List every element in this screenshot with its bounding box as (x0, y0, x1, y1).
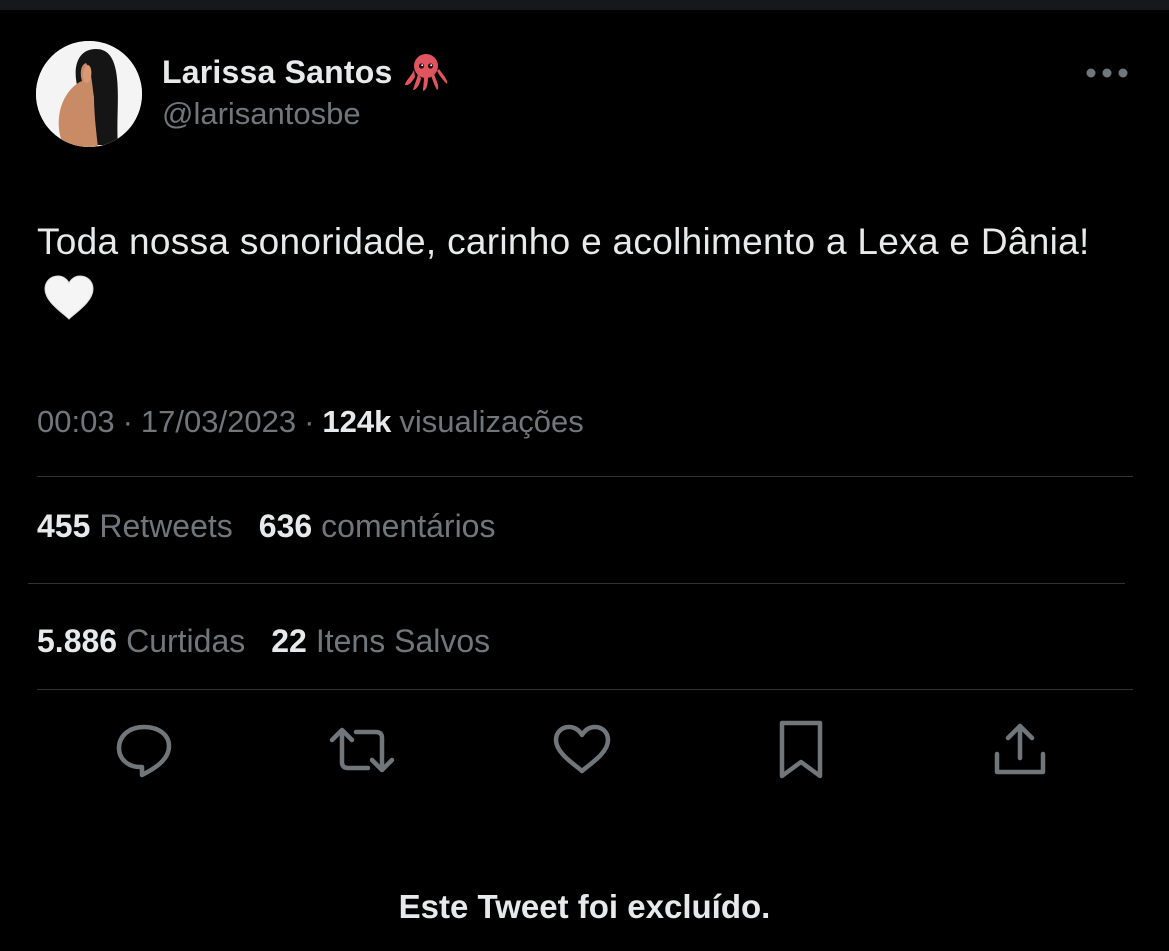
comments-label: comentários (321, 507, 496, 544)
meta-separator: · (122, 404, 133, 439)
retweets-label: Retweets (99, 507, 233, 544)
views-label: visualizações (399, 404, 584, 439)
action-bar (0, 715, 1169, 785)
tweet-meta: 00:03 · 17/03/2023 · 124k visualizações (37, 400, 584, 444)
share-icon (994, 723, 1046, 775)
views-count: 124k (322, 404, 392, 439)
tweet-text: Toda nossa sonoridade, carinho e acolhim… (37, 212, 1132, 338)
retweet-button[interactable] (327, 715, 397, 785)
divider (28, 583, 1125, 584)
author-name[interactable]: Larissa Santos (162, 50, 448, 94)
retweets-stat[interactable]: 455 Retweets (37, 508, 233, 545)
stats-row-1: 455 Retweets 636 comentários (37, 504, 521, 548)
saves-label: Itens Salvos (315, 622, 491, 659)
share-button[interactable] (985, 715, 1055, 785)
reply-icon (116, 724, 172, 778)
author-handle[interactable]: @larisantosbe (162, 96, 361, 132)
deleted-notice: Este Tweet foi excluído. (398, 888, 771, 925)
avatar[interactable] (36, 41, 142, 147)
more-options-button[interactable] (1082, 58, 1132, 88)
like-button[interactable] (547, 715, 617, 785)
retweet-icon (329, 727, 395, 773)
bookmark-icon (779, 720, 823, 779)
saves-stat[interactable]: 22 Itens Salvos (271, 623, 490, 660)
tweet-text-content: Toda nossa sonoridade, carinho e acolhim… (37, 221, 1090, 262)
white-heart-icon (43, 275, 95, 338)
octopus-icon (404, 52, 448, 92)
divider (37, 689, 1133, 690)
likes-count: 5.886 (37, 622, 118, 659)
comments-count: 636 (258, 507, 313, 544)
more-icon (1086, 68, 1128, 78)
meta-separator: · (304, 404, 315, 439)
retweets-count: 455 (37, 507, 91, 544)
reply-button[interactable] (109, 715, 179, 785)
comments-stat[interactable]: 636 comentários (259, 508, 496, 545)
author-display-name[interactable]: Larissa Santos (162, 54, 392, 91)
like-icon (553, 724, 611, 774)
tweet-date[interactable]: 17/03/2023 (141, 404, 296, 440)
top-bar (0, 0, 1169, 10)
stats-row-2: 5.886 Curtidas 22 Itens Salvos (37, 619, 516, 663)
divider (37, 476, 1133, 477)
likes-label: Curtidas (126, 622, 246, 659)
saves-count: 22 (271, 622, 307, 659)
bookmark-button[interactable] (766, 715, 836, 785)
tweet-time[interactable]: 00:03 (37, 404, 115, 440)
likes-stat[interactable]: 5.886 Curtidas (37, 623, 245, 660)
